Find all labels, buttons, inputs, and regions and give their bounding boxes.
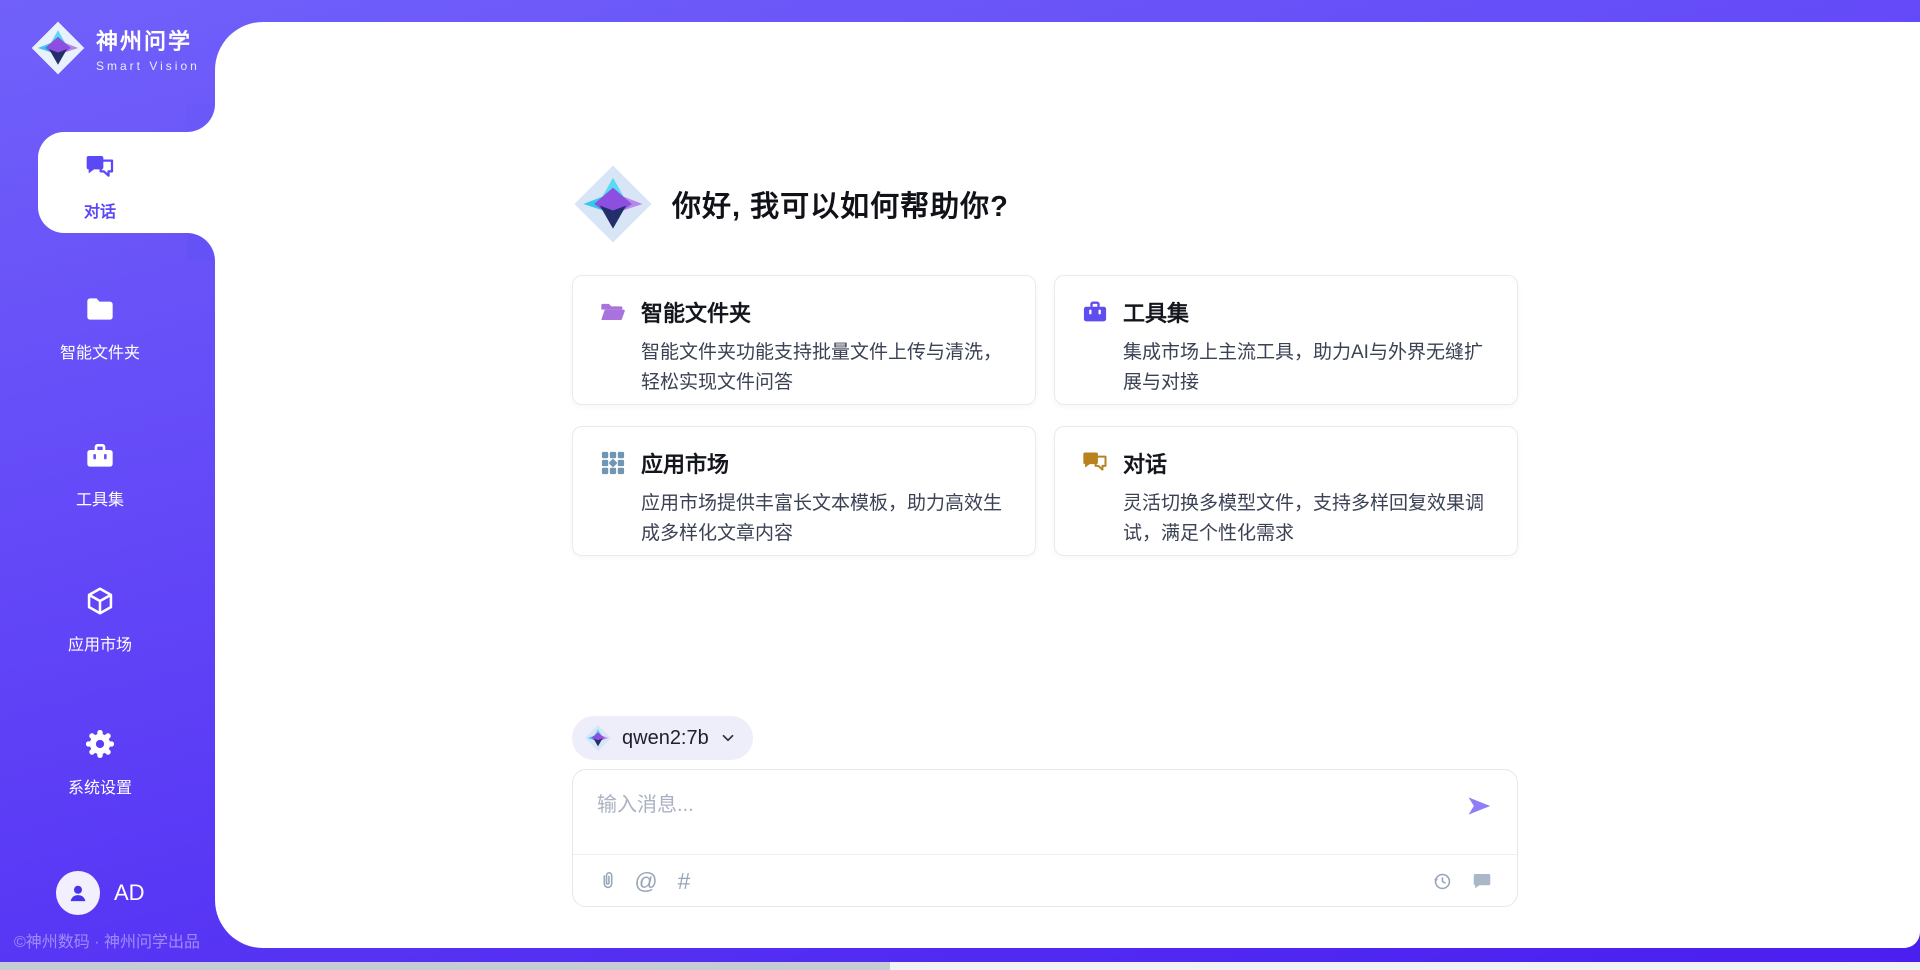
- card-app-market[interactable]: 应用市场 应用市场提供丰富长文本模板，助力高效生成多样化文章内容: [572, 426, 1036, 556]
- greeting-diamond-logo-icon: [572, 163, 654, 245]
- attachment-icon[interactable]: [597, 870, 619, 892]
- sidebar-item-label: 智能文件夹: [0, 339, 200, 363]
- briefcase-icon: [1081, 298, 1109, 326]
- cube-icon: [84, 585, 116, 617]
- sidebar-item-label: 对话: [0, 198, 200, 222]
- sidebar-item-chat[interactable]: 对话: [0, 152, 200, 222]
- sidebar-item-label: 应用市场: [0, 631, 200, 655]
- card-smart-folder[interactable]: 智能文件夹 智能文件夹功能支持批量文件上传与清洗，轻松实现文件问答: [572, 275, 1036, 405]
- user-profile[interactable]: AD: [56, 871, 145, 915]
- sidebar-item-label: 系统设置: [0, 774, 200, 798]
- sidebar-item-app-market[interactable]: 应用市场: [0, 585, 200, 655]
- composer-tools-right: [1431, 870, 1493, 892]
- message-composer: @ #: [572, 769, 1518, 907]
- card-toolset[interactable]: 工具集 集成市场上主流工具，助力AI与外界无缝扩展与对接: [1054, 275, 1518, 405]
- folder-icon: [84, 293, 116, 325]
- briefcase-icon: [84, 440, 116, 472]
- send-icon[interactable]: [1465, 792, 1493, 820]
- sidebar-item-toolset[interactable]: 工具集: [0, 440, 200, 510]
- card-title: 智能文件夹: [641, 296, 751, 328]
- folder-open-icon: [599, 298, 627, 326]
- composer-tools-left: @ #: [597, 870, 695, 892]
- tab-fillet-bottom: [187, 233, 215, 261]
- message-input[interactable]: [597, 788, 1447, 846]
- chevron-down-icon: [719, 729, 737, 747]
- card-header: 应用市场: [599, 447, 1009, 479]
- card-description: 应用市场提供丰富长文本模板，助力高效生成多样化文章内容: [641, 489, 1009, 549]
- chat-bubbles-icon: [84, 152, 116, 184]
- horizontal-scrollbar[interactable]: [0, 962, 1920, 970]
- card-header: 工具集: [1081, 296, 1491, 328]
- card-chat[interactable]: 对话 灵活切换多模型文件，支持多样回复效果调试，满足个性化需求: [1054, 426, 1518, 556]
- avatar: [56, 871, 100, 915]
- card-header: 对话: [1081, 447, 1491, 479]
- chat-bubbles-icon: [1081, 449, 1109, 477]
- history-icon[interactable]: [1431, 870, 1453, 892]
- card-description: 集成市场上主流工具，助力AI与外界无缝扩展与对接: [1123, 338, 1491, 398]
- tab-fillet-top: [187, 104, 215, 132]
- mention-icon[interactable]: @: [635, 870, 657, 892]
- brand-diamond-logo-icon: [30, 20, 86, 76]
- sidebar-item-label: 工具集: [0, 486, 200, 510]
- card-description: 灵活切换多模型文件，支持多样回复效果调试，满足个性化需求: [1123, 489, 1491, 549]
- composer-toolbar: @ #: [597, 854, 1493, 907]
- grid-market-icon: [599, 449, 627, 477]
- copyright-text: ©神州数码 · 神州问学出品: [14, 928, 200, 952]
- scrollbar-thumb[interactable]: [0, 962, 890, 970]
- greeting-block: 你好, 我可以如何帮助你?: [572, 163, 1009, 245]
- card-title: 工具集: [1123, 296, 1189, 328]
- gear-icon: [84, 728, 116, 760]
- brand-text: 神州问学 Smart Vision: [96, 24, 200, 73]
- greeting-title: 你好, 我可以如何帮助你?: [672, 183, 1009, 225]
- chat-bubble-icon[interactable]: [1471, 870, 1493, 892]
- brand-name: 神州问学: [96, 24, 200, 56]
- card-title: 应用市场: [641, 447, 729, 479]
- brand-subtitle: Smart Vision: [96, 59, 200, 73]
- sidebar-item-smart-folder[interactable]: 智能文件夹: [0, 293, 200, 363]
- model-selector[interactable]: qwen2:7b: [572, 716, 753, 760]
- feature-cards: 智能文件夹 智能文件夹功能支持批量文件上传与清洗，轻松实现文件问答 工具集 集成…: [572, 275, 1518, 556]
- model-diamond-logo-icon: [584, 724, 612, 752]
- person-icon: [65, 880, 91, 906]
- card-title: 对话: [1123, 447, 1167, 479]
- user-name: AD: [114, 880, 145, 906]
- hashtag-icon[interactable]: #: [673, 870, 695, 892]
- sidebar: 神州问学 Smart Vision 对话 智能文件夹 工具集 应: [0, 0, 215, 970]
- card-description: 智能文件夹功能支持批量文件上传与清洗，轻松实现文件问答: [641, 338, 1009, 398]
- brand-logo-block: 神州问学 Smart Vision: [30, 20, 200, 76]
- sidebar-item-settings[interactable]: 系统设置: [0, 728, 200, 798]
- model-name: qwen2:7b: [622, 727, 709, 750]
- card-header: 智能文件夹: [599, 296, 1009, 328]
